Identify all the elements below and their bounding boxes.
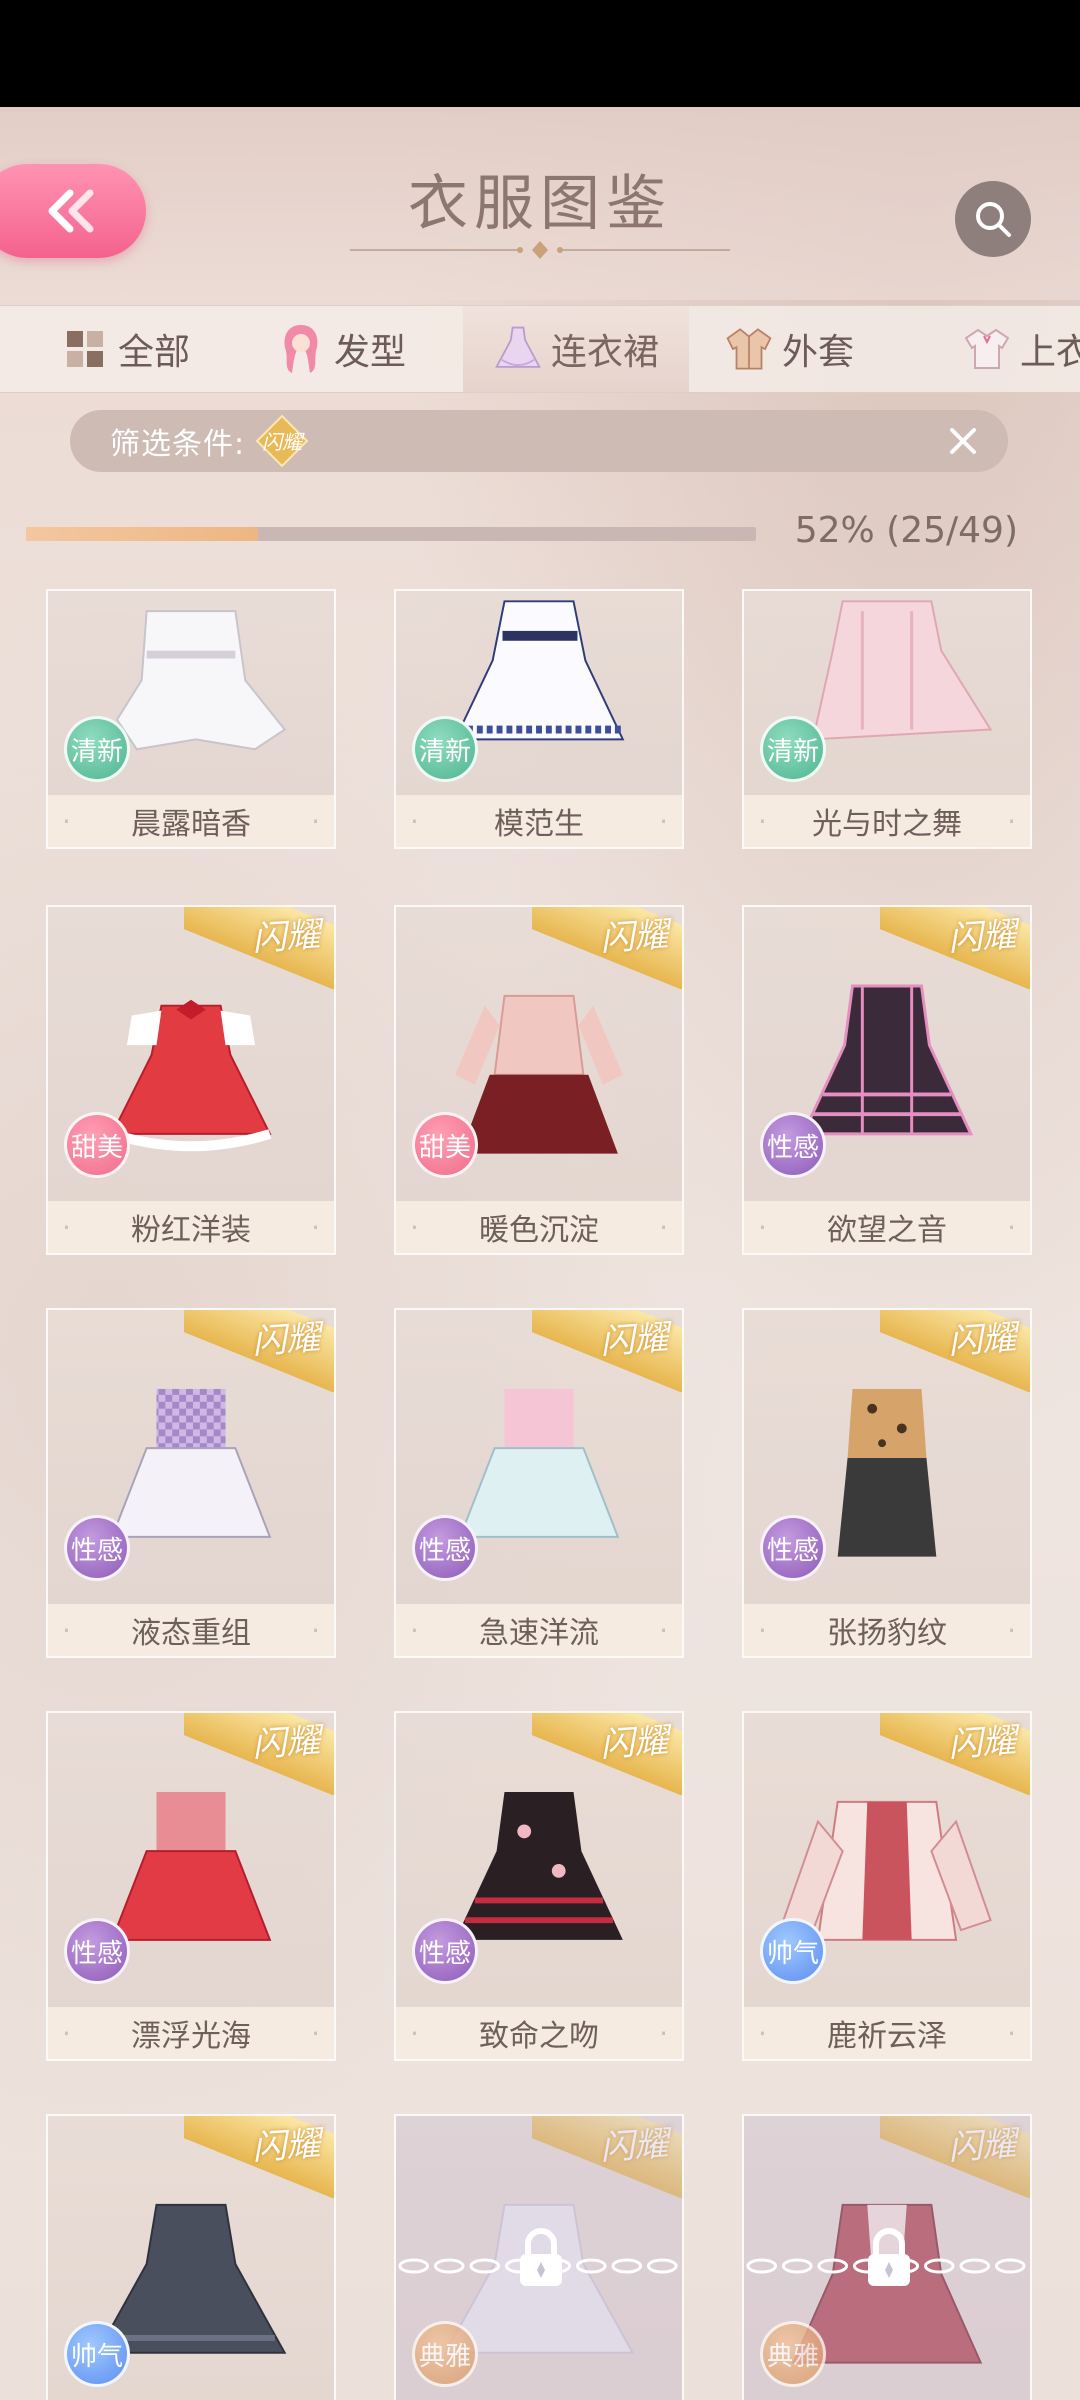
shine-ribbon: 闪耀 bbox=[184, 2116, 334, 2198]
style-badge: 性感 bbox=[64, 1918, 130, 1984]
item-name: 光与时之舞 bbox=[744, 795, 1030, 847]
item-card[interactable]: 闪耀性感液态重组 bbox=[46, 1308, 336, 1658]
shine-ribbon: 闪耀 bbox=[880, 1310, 1030, 1392]
shine-ribbon: 闪耀 bbox=[880, 907, 1030, 989]
item-card[interactable]: 清新光与时之舞 bbox=[742, 589, 1032, 849]
tab-top[interactable]: 上衣 bbox=[962, 306, 1080, 392]
style-badge: 清新 bbox=[64, 716, 130, 782]
item-name: 鹿祈云泽 bbox=[744, 2007, 1030, 2059]
style-badge: 典雅 bbox=[760, 2321, 826, 2387]
item-name: 张扬豹纹 bbox=[744, 1604, 1030, 1656]
item-card[interactable]: 闪耀甜美粉红洋装 bbox=[46, 905, 336, 1255]
tab-hair[interactable]: 发型 bbox=[276, 306, 426, 392]
shine-ribbon: 闪耀 bbox=[532, 1310, 682, 1392]
tab-label: 连衣裙 bbox=[551, 332, 660, 373]
tab-label: 全部 bbox=[118, 332, 191, 373]
item-card[interactable]: 闪耀性感欲望之音 bbox=[742, 905, 1032, 1255]
shine-label: 闪耀 bbox=[598, 1317, 670, 1363]
hair-icon bbox=[276, 321, 326, 377]
page-title: 衣服图鉴 bbox=[408, 169, 672, 239]
tab-coat[interactable]: 外套 bbox=[724, 306, 874, 392]
tab-label: 发型 bbox=[334, 332, 407, 373]
shine-ribbon: 闪耀 bbox=[184, 907, 334, 989]
item-card[interactable]: 闪耀性感致命之吻 bbox=[394, 1711, 684, 2061]
style-badge: 性感 bbox=[760, 1112, 826, 1178]
shine-ribbon: 闪耀 bbox=[184, 1310, 334, 1392]
item-name: 模范生 bbox=[396, 795, 682, 847]
item-name: 急速洋流 bbox=[396, 1604, 682, 1656]
item-name: 漂浮光海 bbox=[48, 2007, 334, 2059]
item-name: 晨露暗香 bbox=[48, 795, 334, 847]
wardrobe-screen: 衣服图鉴 全部 发型 连衣裙 外套 上衣 筛选条件: 闪耀 52% (25/49… bbox=[0, 107, 1080, 2400]
item-name: 欲望之音 bbox=[744, 1201, 1030, 1253]
tab-all[interactable]: 全部 bbox=[60, 306, 210, 392]
style-badge: 典雅 bbox=[412, 2321, 478, 2387]
search-icon bbox=[976, 202, 1011, 237]
style-badge: 甜美 bbox=[412, 1112, 478, 1178]
lock-icon bbox=[868, 2228, 910, 2286]
shine-label: 闪耀 bbox=[250, 1317, 322, 1363]
style-badge: 帅气 bbox=[64, 2321, 130, 2387]
shine-ribbon: 闪耀 bbox=[532, 1713, 682, 1795]
item-card[interactable]: 清新模范生 bbox=[394, 589, 684, 849]
item-card[interactable]: 闪耀甜美暖色沉淀 bbox=[394, 905, 684, 1255]
style-badge: 甜美 bbox=[64, 1112, 130, 1178]
shine-label: 闪耀 bbox=[250, 2123, 322, 2169]
item-card[interactable]: 闪耀 典雅 bbox=[394, 2114, 684, 2400]
close-icon bbox=[950, 428, 976, 454]
tab-label: 上衣 bbox=[1020, 332, 1080, 373]
header: 衣服图鉴 bbox=[0, 107, 1080, 300]
item-card[interactable]: 闪耀帅气 bbox=[46, 2114, 336, 2400]
tab-dress[interactable]: 连衣裙 bbox=[463, 306, 689, 392]
shine-ribbon: 闪耀 bbox=[184, 1713, 334, 1795]
title-ornament-icon bbox=[350, 241, 730, 259]
shine-ribbon: 闪耀 bbox=[880, 1713, 1030, 1795]
item-card[interactable]: 清新晨露暗香 bbox=[46, 589, 336, 849]
item-name: 液态重组 bbox=[48, 1604, 334, 1656]
top-icon bbox=[962, 321, 1012, 377]
style-badge: 性感 bbox=[412, 1918, 478, 1984]
clear-filter-button[interactable] bbox=[942, 420, 984, 462]
progress-fill bbox=[26, 527, 258, 541]
grid-icon bbox=[60, 321, 110, 377]
item-name: 粉红洋装 bbox=[48, 1201, 334, 1253]
search-button[interactable] bbox=[955, 181, 1031, 257]
style-badge: 清新 bbox=[760, 716, 826, 782]
filter-chip-shine[interactable]: 闪耀 bbox=[255, 414, 309, 468]
item-name: 暖色沉淀 bbox=[396, 1201, 682, 1253]
item-card[interactable]: 闪耀性感张扬豹纹 bbox=[742, 1308, 1032, 1658]
item-card[interactable]: 闪耀 典雅 bbox=[742, 2114, 1032, 2400]
shine-label: 闪耀 bbox=[598, 1720, 670, 1766]
item-card[interactable]: 闪耀性感急速洋流 bbox=[394, 1308, 684, 1658]
style-badge: 帅气 bbox=[760, 1918, 826, 1984]
item-name: 致命之吻 bbox=[396, 2007, 682, 2059]
style-badge: 性感 bbox=[64, 1515, 130, 1581]
filter-bar[interactable]: 筛选条件: 闪耀 bbox=[70, 410, 1008, 472]
style-badge: 性感 bbox=[760, 1515, 826, 1581]
item-card[interactable]: 闪耀性感漂浮光海 bbox=[46, 1711, 336, 2061]
dress-icon bbox=[493, 321, 543, 377]
category-tabs: 全部 发型 连衣裙 外套 上衣 bbox=[0, 305, 1080, 393]
shine-label: 闪耀 bbox=[598, 914, 670, 960]
shine-label: 闪耀 bbox=[946, 914, 1018, 960]
status-bar bbox=[0, 0, 1080, 107]
shine-label: 闪耀 bbox=[946, 1720, 1018, 1766]
tab-label: 外套 bbox=[782, 332, 855, 373]
progress-text: 52% (25/49) bbox=[794, 510, 1018, 551]
filter-chip-label: 闪耀 bbox=[262, 430, 303, 454]
item-card[interactable]: 闪耀帅气鹿祈云泽 bbox=[742, 1711, 1032, 2061]
style-badge: 性感 bbox=[412, 1515, 478, 1581]
shine-label: 闪耀 bbox=[946, 1317, 1018, 1363]
collection-progress-bar bbox=[26, 527, 756, 541]
shine-label: 闪耀 bbox=[250, 914, 322, 960]
style-badge: 清新 bbox=[412, 716, 478, 782]
coat-icon bbox=[724, 321, 774, 377]
shine-ribbon: 闪耀 bbox=[532, 907, 682, 989]
lock-icon bbox=[520, 2228, 562, 2286]
shine-label: 闪耀 bbox=[250, 1720, 322, 1766]
filter-label: 筛选条件: bbox=[110, 427, 246, 462]
